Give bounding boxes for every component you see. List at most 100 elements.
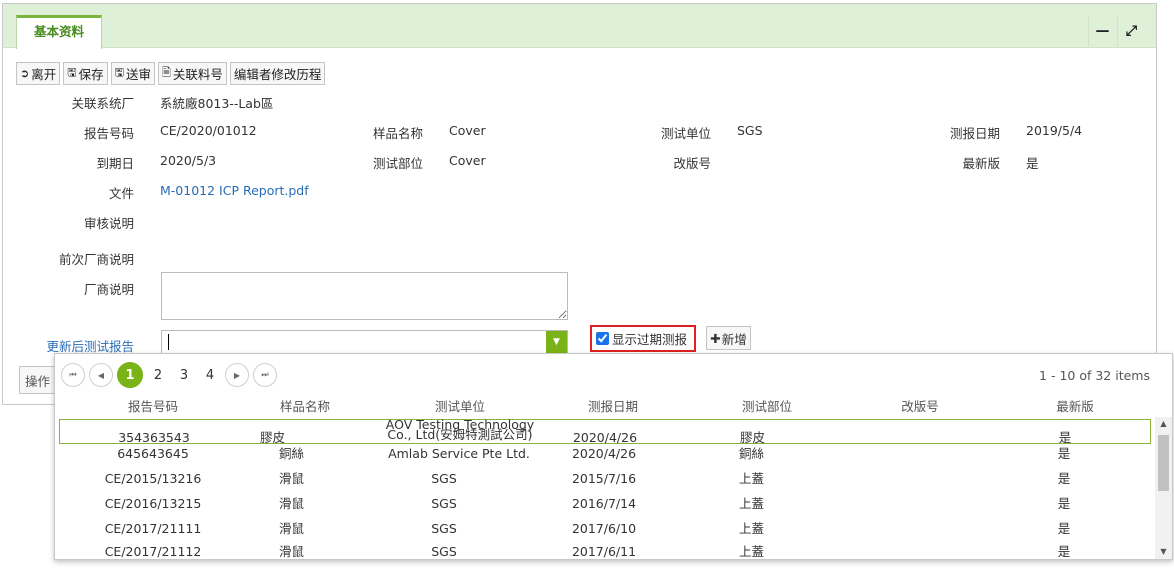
cell-report-no: CE/2015/13216 [104,471,202,486]
show-expired-checkbox[interactable]: 显示过期测报 [590,325,696,352]
cell-part: 上蓋 [739,521,765,536]
cell-report-no: CE/2016/13215 [104,496,202,511]
operation-button[interactable]: 操作 [19,366,59,394]
col-latest[interactable]: 最新版 [1025,396,1125,415]
cell-unit-line2: Co., Ltd(安姆特測試公司) [387,427,533,442]
exit-icon: ➲ [20,67,30,80]
cell-part: 膠皮 [740,430,766,445]
cell-unit: Amlab Service Pte Ltd. [388,446,530,461]
table-row[interactable]: CE/2015/13216 滑鼠 SGS 2015/7/16 上蓋 是 [55,471,1155,498]
prev-page-icon[interactable]: ◀ [89,363,113,387]
cell-date: 2016/7/14 [571,496,637,511]
submit-review-button[interactable]: 🖫 送审 [110,62,156,85]
sample-label: 样品名称 [372,126,423,141]
page-4[interactable]: 4 [199,363,221,387]
revision-label: 改版号 [673,156,711,171]
cell-part: 銅絲 [739,446,765,461]
next-page-icon[interactable]: ▶ [225,363,249,387]
first-page-icon[interactable]: ⏮ [61,363,85,387]
cell-unit: SGS [431,496,457,511]
prev-vendor-label: 前次厂商说明 [58,252,134,267]
cell-sample: 滑鼠 [279,521,305,536]
col-sample[interactable]: 样品名称 [255,396,355,415]
scroll-up-icon[interactable]: ▲ [1155,417,1172,431]
leave-button[interactable]: ➲ 离开 [16,62,61,85]
floppy-icon: 🖫 [67,66,77,79]
cell-date: 2020/4/26 [571,446,637,461]
report-no-label: 报告号码 [83,126,134,141]
dropdown-arrow-icon[interactable]: ▼ [546,331,567,353]
file-link[interactable]: M-01012 ICP Report.pdf [160,183,309,198]
unit-value: SGS [737,123,763,138]
cell-sample: 滑鼠 [279,471,305,486]
table-row[interactable]: CE/2017/21112 滑鼠 SGS 2017/6/11 上蓋 是 [55,544,1155,559]
related-part-button[interactable]: 🗎 关联料号 [158,62,227,85]
page-1[interactable]: 1 [117,362,143,388]
table-row[interactable]: CE/2016/13215 滑鼠 SGS 2016/7/14 上蓋 是 [55,496,1155,523]
col-report-no[interactable]: 报告号码 [103,396,203,415]
table-row[interactable]: 645643645 銅絲 Amlab Service Pte Ltd. 2020… [55,446,1155,473]
date-value: 2019/5/4 [1026,123,1083,138]
date-label: 测报日期 [949,126,1000,141]
cell-part: 上蓋 [739,471,765,486]
col-revision[interactable]: 改版号 [870,396,970,415]
latest-label: 最新版 [962,156,1000,171]
part-label: 测试部位 [372,156,423,171]
page-3[interactable]: 3 [173,363,195,387]
table-row[interactable]: 354363543 膠皮 AOV Testing Technology Co.,… [59,418,1151,445]
cell-date: 2017/6/11 [571,544,637,559]
cell-latest: 是 [1057,544,1071,559]
cell-latest: 是 [1057,496,1071,511]
cell-latest: 是 [1057,446,1071,461]
minimize-icon[interactable]: — [1088,16,1116,46]
scroll-down-icon[interactable]: ▼ [1155,545,1172,559]
cell-latest: 是 [1058,430,1072,445]
cell-report-no: CE/2017/21112 [104,544,202,559]
grid-header: 报告号码 样品名称 测试单位 测报日期 测试部位 改版号 最新版 [55,396,1155,416]
cell-sample: 滑鼠 [279,496,305,511]
items-count: 1 - 10 of 32 items [1039,368,1150,383]
edit-history-button[interactable]: 编辑者修改历程 [229,62,326,85]
cell-date: 2015/7/16 [571,471,637,486]
floppy-icon: 🖫 [114,66,124,79]
cell-unit: SGS [431,521,457,536]
report-no-value: CE/2020/01012 [160,123,257,138]
expire-label: 到期日 [96,156,134,171]
cell-unit: SGS [431,471,457,486]
latest-value: 是 [1026,156,1039,171]
expand-icon[interactable]: ⤢ [1117,16,1145,46]
col-date[interactable]: 测报日期 [563,396,663,415]
cell-report-no: 645643645 [117,446,189,461]
cell-report-no: 354363543 [118,430,190,445]
grid-scrollbar[interactable]: ▲ ▼ [1155,417,1172,559]
part-value: Cover [449,153,486,168]
basic-info-panel: 基本资料 — ⤢ ➲ 离开 🖫 保存 🖫 送审 🗎 关联料号 编辑者修改历程 关联系统厂… [2,3,1157,405]
cell-unit: SGS [431,544,457,559]
sample-value: Cover [449,123,486,138]
cell-sample: 滑鼠 [279,544,305,559]
scroll-thumb[interactable] [1158,435,1169,491]
unit-label: 测试单位 [660,126,711,141]
pager: ⏮ ◀ 1 2 3 4 ▶ ⏭ [61,362,277,388]
page-2[interactable]: 2 [147,363,169,387]
add-button[interactable]: ✚ 新增 [706,326,751,350]
last-page-icon[interactable]: ⏭ [253,363,277,387]
cell-part: 上蓋 [739,496,765,511]
show-expired-check-input[interactable] [596,332,609,345]
cell-report-no: CE/2017/21111 [104,521,202,536]
document-icon: 🗎 [162,66,171,79]
cell-date: 2020/4/26 [572,430,638,445]
updated-report-combobox[interactable]: ▼ [161,330,568,354]
tab-basic-info[interactable]: 基本资料 [16,15,102,49]
panel-header: 基本资料 — ⤢ [3,4,1156,49]
vendor-note-textarea[interactable] [161,272,568,320]
system-label: 关联系统厂 [71,96,134,111]
grid-rows: 354363543 膠皮 AOV Testing Technology Co.,… [55,417,1155,559]
col-unit[interactable]: 测试单位 [410,396,510,415]
cell-date: 2017/6/10 [571,521,637,536]
review-label: 审核说明 [83,216,134,231]
file-label: 文件 [108,186,134,201]
col-part[interactable]: 测试部位 [717,396,817,415]
cell-sample: 銅絲 [279,446,305,461]
save-button[interactable]: 🖫 保存 [63,62,108,85]
